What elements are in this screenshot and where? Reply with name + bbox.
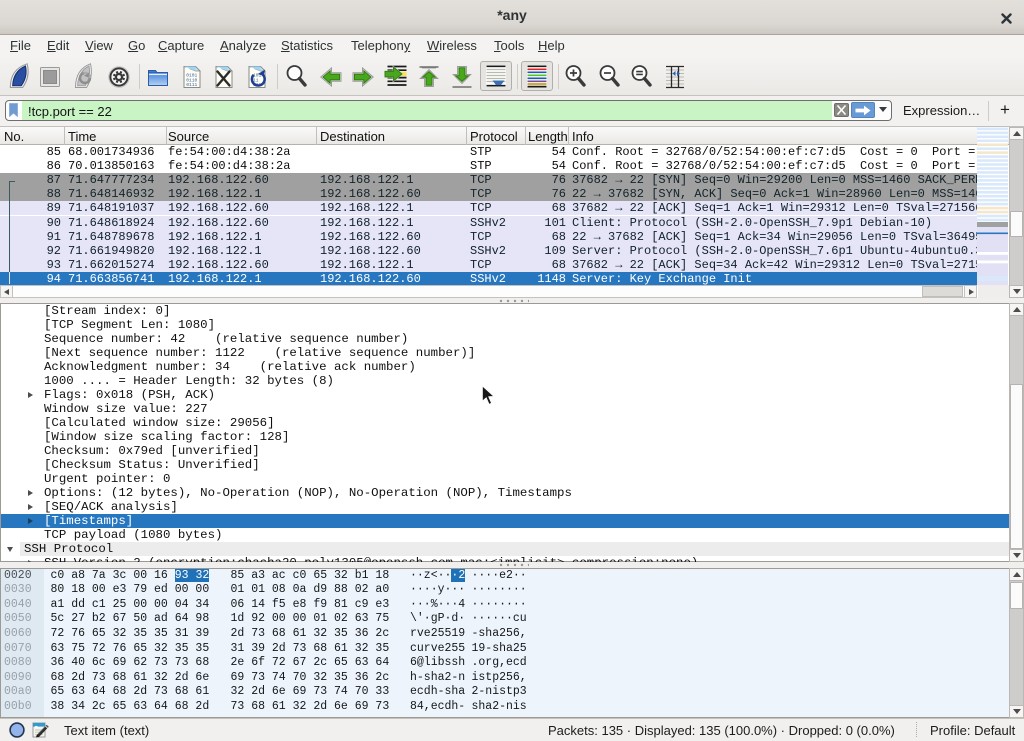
svg-text:0111: 0111 [186, 82, 197, 88]
